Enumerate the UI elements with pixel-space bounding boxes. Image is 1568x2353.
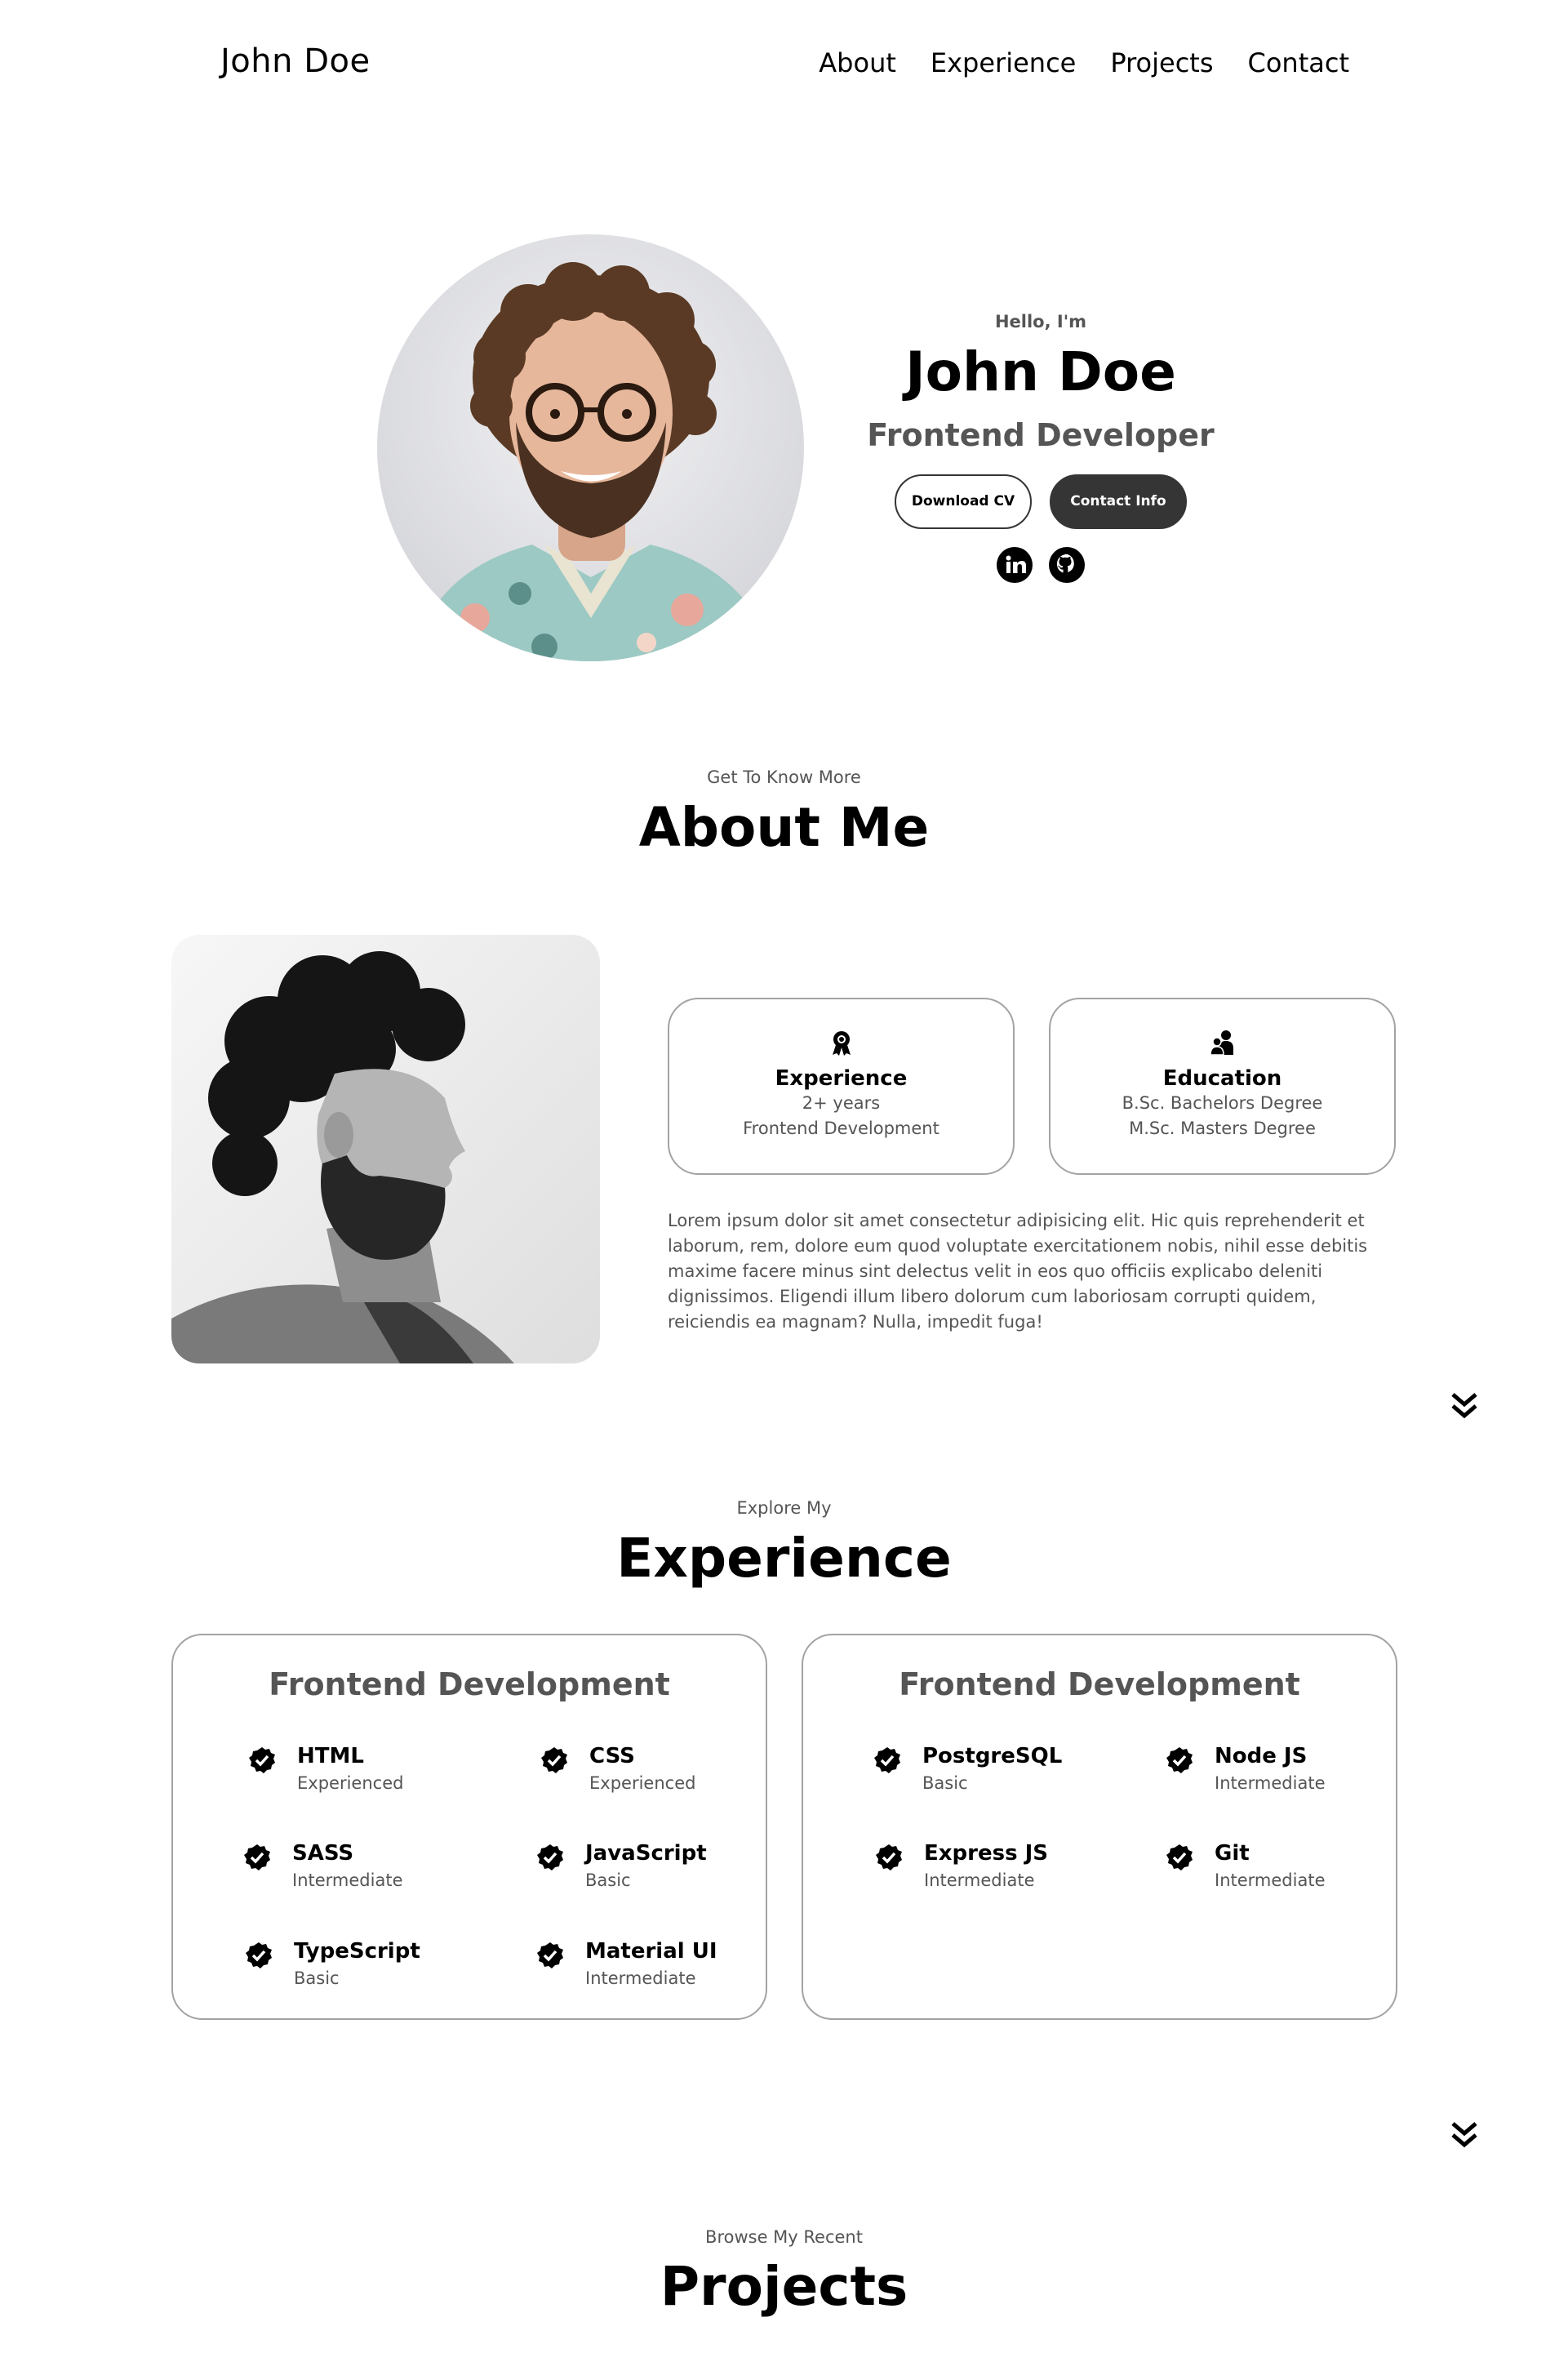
skill-name: SASS bbox=[292, 1841, 354, 1866]
nav-links: About Experience Projects Contact bbox=[819, 47, 1349, 78]
about-title: About Me bbox=[638, 796, 930, 859]
skill-name: HTML bbox=[297, 1744, 364, 1768]
checkmark-icon bbox=[249, 1747, 275, 1773]
experience-subtitle: Explore My bbox=[736, 1498, 832, 1518]
skill-level: Experienced bbox=[297, 1773, 404, 1793]
skill-item: CSS Experienced bbox=[540, 1741, 695, 1795]
checkmark-icon bbox=[1166, 1844, 1193, 1870]
skill-item: PostgreSQL Basic bbox=[873, 1741, 1062, 1795]
skill-item: Material UI Intermediate bbox=[536, 1937, 717, 1990]
skill-name: Material UI bbox=[585, 1939, 717, 1964]
education-card-title: Education bbox=[1162, 1066, 1282, 1091]
skill-name: PostgreSQL bbox=[922, 1744, 1063, 1768]
checkmark-icon bbox=[246, 1942, 272, 1968]
checkmark-icon bbox=[876, 1844, 902, 1870]
skill-item: JavaScript Basic bbox=[536, 1839, 707, 1893]
skill-name: CSS bbox=[589, 1744, 635, 1768]
skill-level: Intermediate bbox=[585, 1968, 696, 1988]
nav-link-contact[interactable]: Contact bbox=[1248, 47, 1350, 78]
projects-subtitle: Browse My Recent bbox=[705, 2227, 863, 2247]
experience-card-title: Experience bbox=[775, 1066, 908, 1091]
about-subtitle: Get To Know More bbox=[707, 767, 861, 787]
skill-name: JavaScript bbox=[585, 1841, 707, 1866]
skill-item: SASS Intermediate bbox=[243, 1839, 403, 1893]
skill-name: Express JS bbox=[924, 1841, 1049, 1866]
hero-greeting: Hello, I'm bbox=[994, 312, 1087, 331]
experience-card-backend: Frontend Development PostgreSQL Basic Nod… bbox=[802, 1634, 1397, 2020]
experience-title: Experience bbox=[616, 1527, 952, 1590]
download-cv-button[interactable]: Download CV bbox=[895, 474, 1032, 529]
award-icon bbox=[832, 1031, 851, 1056]
experience-card-title: Frontend Development bbox=[899, 1666, 1300, 1702]
education-icon bbox=[1209, 1030, 1233, 1056]
nav-link-about[interactable]: About bbox=[819, 47, 896, 78]
skill-level: Basic bbox=[585, 1870, 631, 1890]
skill-item: Express JS Intermediate bbox=[875, 1839, 1048, 1893]
skill-level: Experienced bbox=[589, 1773, 696, 1793]
skill-level: Intermediate bbox=[1215, 1773, 1326, 1793]
checkmark-icon bbox=[537, 1942, 563, 1968]
skill-level: Basic bbox=[922, 1773, 968, 1793]
scroll-down-arrow-icon[interactable] bbox=[1450, 1391, 1479, 1421]
hero-text: Hello, I'm John Doe Frontend Developer D… bbox=[857, 312, 1224, 583]
experience-card-years: 2+ years bbox=[802, 1093, 881, 1113]
scroll-down-arrow-icon[interactable] bbox=[1450, 2120, 1479, 2150]
logo[interactable]: John Doe bbox=[220, 42, 371, 80]
skill-level: Intermediate bbox=[924, 1870, 1035, 1890]
checkmark-icon bbox=[244, 1844, 270, 1870]
hero-buttons: Download CV Contact Info bbox=[857, 474, 1224, 529]
projects-title: Projects bbox=[660, 2255, 908, 2318]
skill-item: Git Intermediate bbox=[1166, 1839, 1326, 1893]
linkedin-icon[interactable] bbox=[997, 546, 1033, 583]
experience-card-field: Frontend Development bbox=[743, 1119, 939, 1138]
education-card-bachelors: B.Sc. Bachelors Degree bbox=[1122, 1093, 1323, 1113]
skill-name: TypeScript bbox=[294, 1939, 420, 1964]
profile-photo bbox=[377, 234, 804, 661]
nav-link-experience[interactable]: Experience bbox=[931, 47, 1076, 78]
about-description: Lorem ipsum dolor sit amet consectetur a… bbox=[668, 1211, 1368, 1332]
education-card-masters: M.Sc. Masters Degree bbox=[1129, 1119, 1316, 1138]
top-nav: John Doe About Experience Projects Conta… bbox=[0, 0, 1568, 131]
nav-link-projects[interactable]: Projects bbox=[1110, 47, 1213, 78]
skill-item: TypeScript Basic bbox=[245, 1937, 420, 1990]
experience-card: Experience 2+ years Frontend Development bbox=[668, 998, 1015, 1175]
checkmark-icon bbox=[874, 1747, 900, 1773]
education-card: Education B.Sc. Bachelors Degree M.Sc. M… bbox=[1049, 998, 1396, 1175]
experience-card-frontend: Frontend Development HTML Experienced CSS… bbox=[171, 1634, 767, 2020]
about-photo bbox=[171, 935, 600, 1363]
hero-role: Frontend Developer bbox=[867, 416, 1215, 453]
checkmark-icon bbox=[1166, 1747, 1193, 1773]
experience-card-title: Frontend Development bbox=[269, 1666, 670, 1702]
hero-name: John Doe bbox=[905, 340, 1176, 403]
checkmark-icon bbox=[541, 1747, 567, 1773]
skill-name: Git bbox=[1215, 1841, 1250, 1866]
skill-item: HTML Experienced bbox=[248, 1741, 403, 1795]
social-links bbox=[857, 546, 1224, 583]
checkmark-icon bbox=[537, 1844, 563, 1870]
skill-level: Intermediate bbox=[1215, 1870, 1326, 1890]
skill-level: Intermediate bbox=[292, 1870, 403, 1890]
skill-name: Node JS bbox=[1215, 1744, 1308, 1768]
contact-info-button[interactable]: Contact Info bbox=[1050, 474, 1187, 529]
skill-item: Node JS Intermediate bbox=[1166, 1741, 1326, 1795]
github-icon[interactable] bbox=[1049, 546, 1085, 583]
skill-level: Basic bbox=[294, 1968, 340, 1988]
